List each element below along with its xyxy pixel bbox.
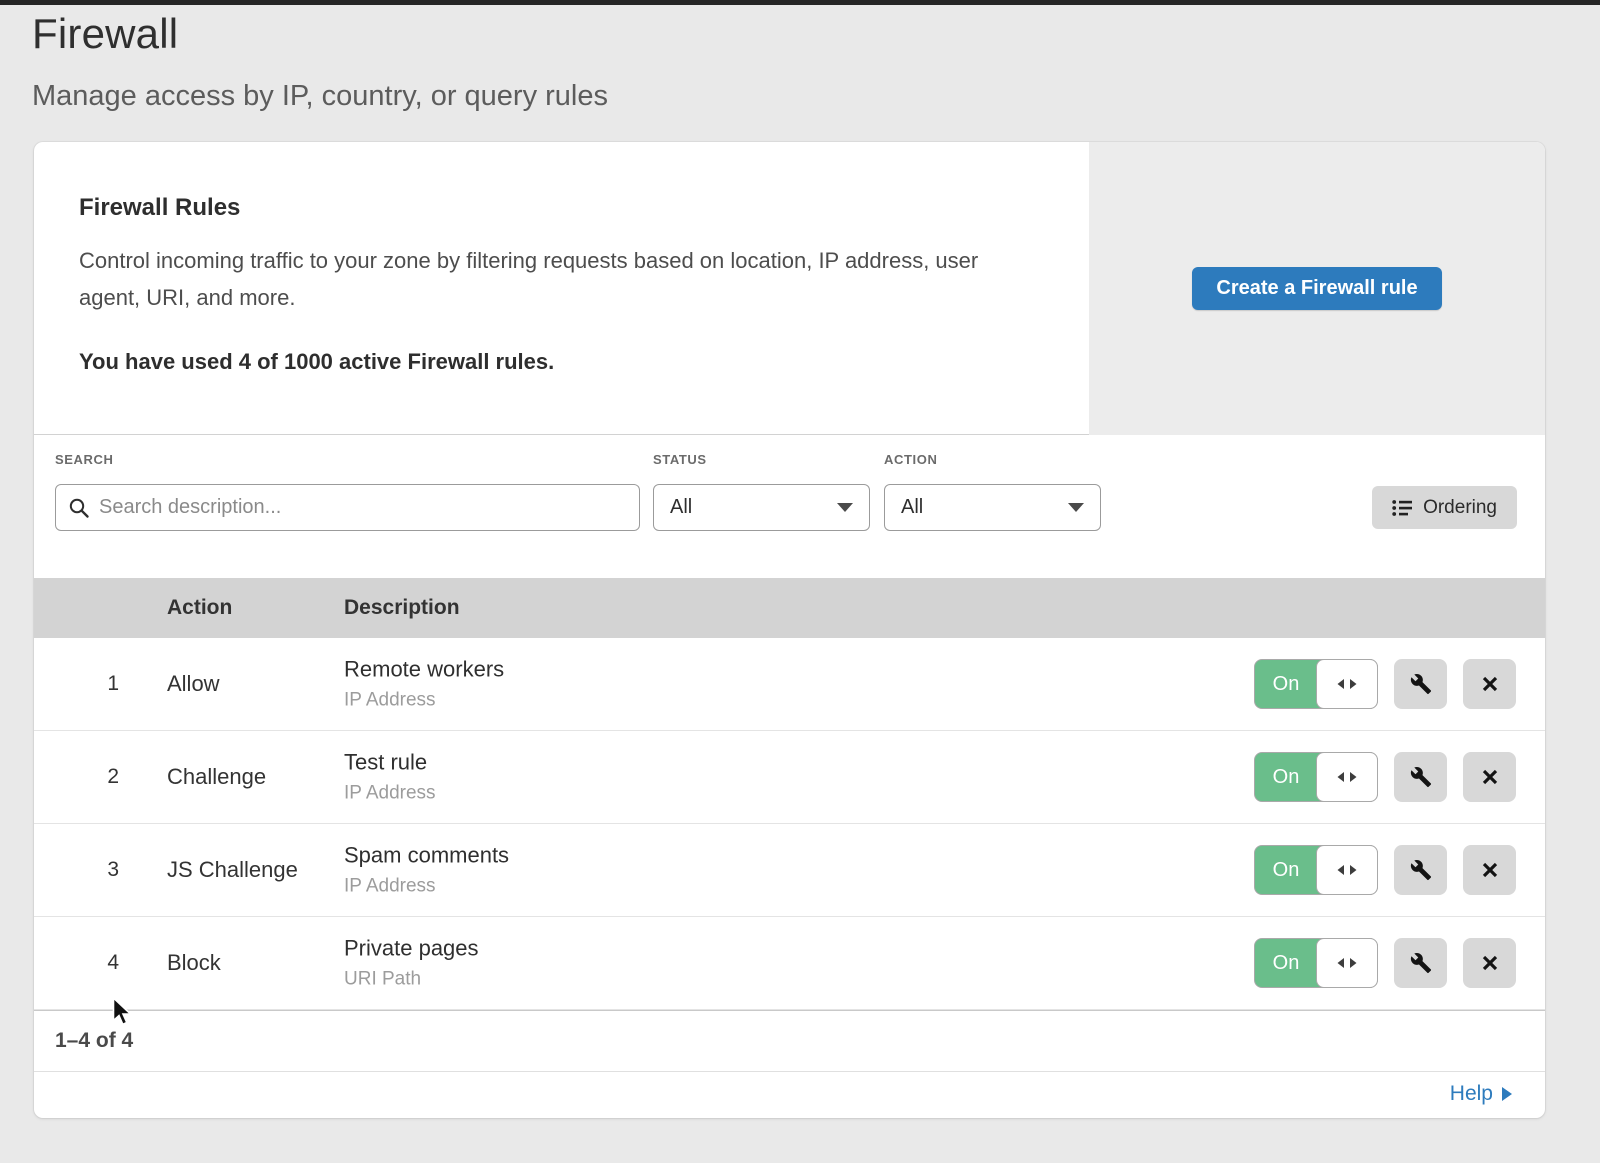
left-right-arrows-icon	[1335, 862, 1359, 878]
toggle-handle[interactable]	[1316, 752, 1378, 802]
rule-match-type: IP Address	[344, 876, 509, 898]
column-header-action: Action	[167, 596, 232, 620]
rule-controls: On	[1254, 845, 1516, 895]
close-icon	[1480, 860, 1500, 880]
create-firewall-rule-button[interactable]: Create a Firewall rule	[1192, 267, 1441, 310]
action-select-value: All	[901, 496, 923, 519]
toggle-on-label: On	[1255, 939, 1317, 987]
rule-controls: On	[1254, 938, 1516, 988]
wrench-icon	[1410, 766, 1432, 788]
pagination-row: 1–4 of 4	[34, 1010, 1545, 1072]
rule-status-toggle[interactable]: On	[1254, 752, 1378, 802]
page-subtitle: Manage access by IP, country, or query r…	[32, 80, 608, 113]
chevron-down-icon	[837, 503, 853, 512]
rule-description-cell: Remote workers IP Address	[344, 657, 504, 712]
wrench-icon	[1410, 673, 1432, 695]
rule-description: Test rule	[344, 750, 436, 776]
window-top-edge	[0, 0, 1600, 5]
pagination-summary: 1–4 of 4	[55, 1029, 133, 1053]
column-header-description: Description	[344, 596, 460, 620]
help-row: Help	[34, 1072, 1545, 1115]
search-icon	[68, 497, 90, 519]
create-rule-panel: Create a Firewall rule	[1089, 142, 1545, 435]
delete-rule-button[interactable]	[1463, 938, 1516, 988]
rule-action: Allow	[167, 671, 220, 697]
left-right-arrows-icon	[1335, 676, 1359, 692]
rule-action: JS Challenge	[167, 857, 298, 883]
close-icon	[1480, 953, 1500, 973]
rule-number: 4	[59, 951, 119, 975]
rule-controls: On	[1254, 752, 1516, 802]
toggle-on-label: On	[1255, 753, 1317, 801]
section-description: Control incoming traffic to your zone by…	[79, 242, 1024, 316]
toggle-on-label: On	[1255, 846, 1317, 894]
usage-summary: You have used 4 of 1000 active Firewall …	[79, 349, 554, 375]
delete-rule-button[interactable]	[1463, 752, 1516, 802]
toggle-handle[interactable]	[1316, 938, 1378, 988]
rule-status-toggle[interactable]: On	[1254, 938, 1378, 988]
rule-description-cell: Spam comments IP Address	[344, 843, 509, 898]
search-label: SEARCH	[55, 452, 114, 467]
rule-description: Private pages	[344, 936, 479, 962]
section-heading: Firewall Rules	[79, 194, 240, 222]
delete-rule-button[interactable]	[1463, 845, 1516, 895]
configure-rule-button[interactable]	[1394, 938, 1447, 988]
ordering-button-label: Ordering	[1423, 497, 1497, 519]
rule-match-type: IP Address	[344, 690, 504, 712]
page-title: Firewall	[32, 10, 178, 58]
action-label: ACTION	[884, 452, 937, 467]
ordered-list-icon	[1392, 499, 1413, 517]
rule-description: Spam comments	[344, 843, 509, 869]
configure-rule-button[interactable]	[1394, 752, 1447, 802]
rule-number: 2	[59, 765, 119, 789]
help-arrow-icon	[1502, 1087, 1512, 1101]
rule-number: 3	[59, 858, 119, 882]
rule-number: 1	[59, 672, 119, 696]
search-box	[55, 484, 640, 531]
firewall-rules-card: Firewall Rules Control incoming traffic …	[34, 142, 1545, 1118]
toggle-handle[interactable]	[1316, 845, 1378, 895]
ordering-button[interactable]: Ordering	[1372, 486, 1517, 529]
table-row: 1 Allow Remote workers IP Address On	[34, 638, 1545, 731]
rule-status-toggle[interactable]: On	[1254, 845, 1378, 895]
toggle-handle[interactable]	[1316, 659, 1378, 709]
delete-rule-button[interactable]	[1463, 659, 1516, 709]
close-icon	[1480, 674, 1500, 694]
table-header: Action Description	[34, 578, 1545, 638]
left-right-arrows-icon	[1335, 769, 1359, 785]
help-link[interactable]: Help	[1450, 1082, 1493, 1106]
rule-action: Challenge	[167, 764, 266, 790]
table-row: 4 Block Private pages URI Path On	[34, 917, 1545, 1010]
left-right-arrows-icon	[1335, 955, 1359, 971]
toggle-on-label: On	[1255, 660, 1317, 708]
rule-controls: On	[1254, 659, 1516, 709]
configure-rule-button[interactable]	[1394, 845, 1447, 895]
action-select[interactable]: All	[884, 484, 1101, 531]
filter-bar: SEARCH STATUS All ACTION All	[34, 435, 1545, 578]
search-input[interactable]	[99, 496, 627, 519]
table-row: 2 Challenge Test rule IP Address On	[34, 731, 1545, 824]
rule-description: Remote workers	[344, 657, 504, 683]
chevron-down-icon	[1068, 503, 1084, 512]
table-row: 3 JS Challenge Spam comments IP Address …	[34, 824, 1545, 917]
firewall-rules-intro: Firewall Rules Control incoming traffic …	[34, 142, 1545, 435]
status-select[interactable]: All	[653, 484, 870, 531]
rule-match-type: URI Path	[344, 969, 479, 991]
intro-text-block: Firewall Rules Control incoming traffic …	[79, 142, 1079, 434]
configure-rule-button[interactable]	[1394, 659, 1447, 709]
rule-description-cell: Test rule IP Address	[344, 750, 436, 805]
status-label: STATUS	[653, 452, 707, 467]
wrench-icon	[1410, 952, 1432, 974]
rule-action: Block	[167, 950, 221, 976]
rule-status-toggle[interactable]: On	[1254, 659, 1378, 709]
rule-match-type: IP Address	[344, 783, 436, 805]
close-icon	[1480, 767, 1500, 787]
wrench-icon	[1410, 859, 1432, 881]
status-select-value: All	[670, 496, 692, 519]
rule-description-cell: Private pages URI Path	[344, 936, 479, 991]
